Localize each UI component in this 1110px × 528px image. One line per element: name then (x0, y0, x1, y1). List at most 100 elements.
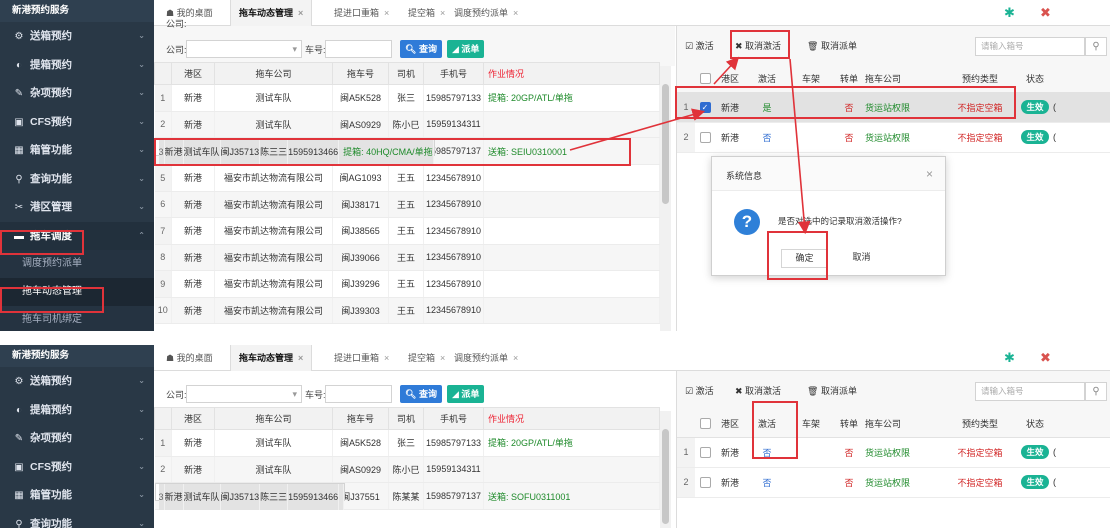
scrollbar-thumb[interactable] (662, 84, 669, 204)
sidebar-item-cfs[interactable]: ▣ CFS预约 ⌄ (0, 108, 154, 137)
plate-input[interactable] (325, 40, 392, 58)
trash-icon: 🗑︎ (807, 386, 821, 396)
table-row[interactable]: 2 新港 否 否 货运站权限 不指定空箱 生效 ( (677, 122, 1110, 153)
sidebar-item-query[interactable]: ⚲ 查询功能 ⌄ (0, 510, 154, 528)
tab-empty[interactable]: 提空箱 × (408, 0, 445, 26)
table-row[interactable]: 1 新港 否 否 货运站权限 不指定空箱 生效 ( (677, 437, 1110, 468)
tab-import[interactable]: 提进口重箱 × (334, 0, 389, 26)
tab-import[interactable]: 提进口重箱 × (334, 345, 389, 371)
close-icon[interactable]: × (513, 353, 518, 363)
search-icon[interactable]: ⚲ (1085, 37, 1107, 56)
cancel-button[interactable]: 取消 (838, 249, 885, 268)
sidebar-item-misc[interactable]: ✎ 杂项预约 ⌄ (0, 79, 154, 108)
sidebar-item-send-box[interactable]: ⚙ 送箱预约 ⌄ (0, 22, 154, 51)
highlight-box (0, 230, 84, 255)
sidebar-item-query[interactable]: ⚲ 查询功能 ⌄ (0, 165, 154, 194)
table-row[interactable]: 2 新港 测试车队 闽AS0929 陈小巳 15959134311 (154, 456, 660, 483)
cancel-activate-button[interactable]: ✖ 取消激活 (735, 384, 781, 397)
tab-bar: ☗ 我的桌面 拖车动态管理 × 提进口重箱 × 提空箱 × 调度预约派单 × ✱ ✖ (154, 345, 1110, 371)
cancel-dispatch-button[interactable]: 🗑︎ 取消派单 (807, 39, 857, 52)
close-all-icon[interactable]: ✖ (1040, 350, 1051, 366)
tab-dispatch[interactable]: 调度预约派单 × (454, 345, 518, 371)
sidebar-item-box-manage[interactable]: ▦ 箱管功能 ⌄ (0, 481, 154, 510)
select-all-checkbox[interactable] (699, 418, 711, 430)
column-header[interactable]: 拖车号 (332, 62, 389, 85)
column-header[interactable]: 港区 (171, 62, 215, 85)
column-header[interactable]: 作业情况 (483, 407, 660, 430)
company-select[interactable]: ▾ (186, 40, 302, 58)
column-header[interactable]: 转单 (833, 411, 865, 438)
tab-truck-dynamic[interactable]: 拖车动态管理 × (230, 0, 313, 26)
dispatch-button[interactable]: ◢ 派单 (447, 385, 485, 403)
table-row[interactable]: 3 新港 测试车队 闽J35713 陈三三 1595913466 (154, 483, 346, 510)
scrollbar-thumb[interactable] (662, 429, 669, 524)
column-header[interactable]: 拖车公司 (214, 62, 333, 85)
activate-button[interactable]: ☑ 激活 (685, 39, 714, 52)
column-header[interactable]: 港区 (715, 411, 745, 438)
box-search-input[interactable]: 请输入箱号 (975, 382, 1085, 401)
column-header[interactable]: 预约类型 (943, 411, 1017, 438)
close-icon[interactable]: × (440, 353, 445, 363)
column-header[interactable]: 作业情况 (483, 62, 660, 85)
query-button[interactable]: 🔍︎ 查询 (400, 385, 442, 403)
question-icon: ? (734, 209, 760, 235)
sidebar-item-send-box[interactable]: ⚙ 送箱预约 ⌄ (0, 367, 154, 396)
tab-empty[interactable]: 提空箱 × (408, 345, 445, 371)
tab-truck-dynamic[interactable]: 拖车动态管理 × (230, 345, 313, 371)
table-row[interactable]: 2 新港 测试车队 闽AS0929 陈小巳 15959134311 (154, 111, 660, 138)
row-checkbox[interactable] (699, 131, 711, 143)
sidebar-item-misc[interactable]: ✎ 杂项预约 ⌄ (0, 424, 154, 453)
calendar-icon: ▣ (14, 116, 24, 128)
cancel-dispatch-button[interactable]: 🗑︎ 取消派单 (807, 384, 857, 397)
table-row[interactable]: 7 新港 福安市凯达物流有限公司 闽J38565 王五 12345678910 (154, 217, 660, 245)
select-all-checkbox[interactable] (699, 73, 711, 85)
close-icon[interactable]: × (384, 353, 389, 363)
table-row[interactable]: 6 新港 福安市凯达物流有限公司 闽J38171 王五 12345678910 (154, 191, 660, 218)
table-row[interactable]: 5 新港 福安市凯达物流有限公司 闽AG1093 王五 12345678910 (154, 164, 660, 192)
close-icon[interactable]: × (926, 167, 933, 181)
sidebar-item-port[interactable]: ✂ 港区管理 ⌄ (0, 193, 154, 222)
table-row[interactable]: 9 新港 福安市凯达物流有限公司 闽J39296 王五 12345678910 (154, 270, 660, 298)
column-header[interactable]: 司机 (388, 62, 424, 85)
column-header[interactable]: 拖车公司 (865, 411, 943, 438)
table-row[interactable]: 1 新港 测试车队 闽A5K528 张三 15985797133 提箱: 20GP/ATL/… (154, 429, 660, 457)
table-row[interactable]: 1 新港 测试车队 闽A5K528 张三 15985797133 提箱: 20GP/ATL/… (154, 84, 660, 112)
column-header[interactable]: 状态 (1017, 411, 1053, 438)
close-icon[interactable]: × (384, 8, 389, 18)
table-row[interactable]: 2 新港 否 否 货运站权限 不指定空箱 生效 ( (677, 467, 1110, 498)
column-header[interactable]: 港区 (171, 407, 215, 430)
scrollbar[interactable] (660, 411, 671, 528)
close-icon[interactable]: × (298, 353, 303, 363)
tab-desktop[interactable]: ☗ 我的桌面 (166, 345, 213, 371)
close-all-icon[interactable]: ✖ (1040, 5, 1051, 21)
column-header[interactable]: 司机 (388, 407, 424, 430)
dispatch-button[interactable]: ◢ 派单 (447, 40, 485, 58)
column-header[interactable]: 手机号 (423, 62, 484, 85)
row-checkbox[interactable] (699, 446, 711, 458)
box-search-input[interactable]: 请输入箱号 (975, 37, 1085, 56)
tab-dispatch[interactable]: 调度预约派单 × (454, 0, 518, 26)
table-row[interactable]: 10 新港 福安市凯达物流有限公司 闽J39303 王五 12345678910 (154, 297, 660, 324)
column-header[interactable]: 拖车号 (332, 407, 389, 430)
refresh-icon[interactable]: ✱ (1004, 350, 1015, 366)
sidebar-item-box-manage[interactable]: ▦ 箱管功能 ⌄ (0, 136, 154, 165)
company-select[interactable]: ▾ (186, 385, 302, 403)
sidebar-item-pick-box[interactable]: ◐ 提箱预约 ⌄ (0, 51, 154, 80)
close-icon[interactable]: × (513, 8, 518, 18)
column-header[interactable]: 手机号 (423, 407, 484, 430)
column-header[interactable]: 状态 (1017, 66, 1053, 93)
sidebar-item-pick-box[interactable]: ◐ 提箱预约 ⌄ (0, 396, 154, 425)
refresh-icon[interactable]: ✱ (1004, 5, 1015, 21)
plate-input[interactable] (325, 385, 392, 403)
activate-button[interactable]: ☑ 激活 (685, 384, 714, 397)
search-icon[interactable]: ⚲ (1085, 382, 1107, 401)
close-icon[interactable]: × (440, 8, 445, 18)
row-checkbox[interactable] (699, 476, 711, 488)
query-button[interactable]: 🔍︎ 查询 (400, 40, 442, 58)
column-header[interactable]: 拖车公司 (214, 407, 333, 430)
table-row[interactable]: 8 新港 福安市凯达物流有限公司 闽J39066 王五 12345678910 (154, 244, 660, 271)
table-header: 港区 拖车公司 拖车号 司机 手机号 作业情况 (154, 407, 660, 430)
sidebar-item-cfs[interactable]: ▣ CFS预约 ⌄ (0, 453, 154, 482)
scrollbar[interactable] (660, 66, 671, 331)
close-icon[interactable]: × (298, 8, 303, 18)
